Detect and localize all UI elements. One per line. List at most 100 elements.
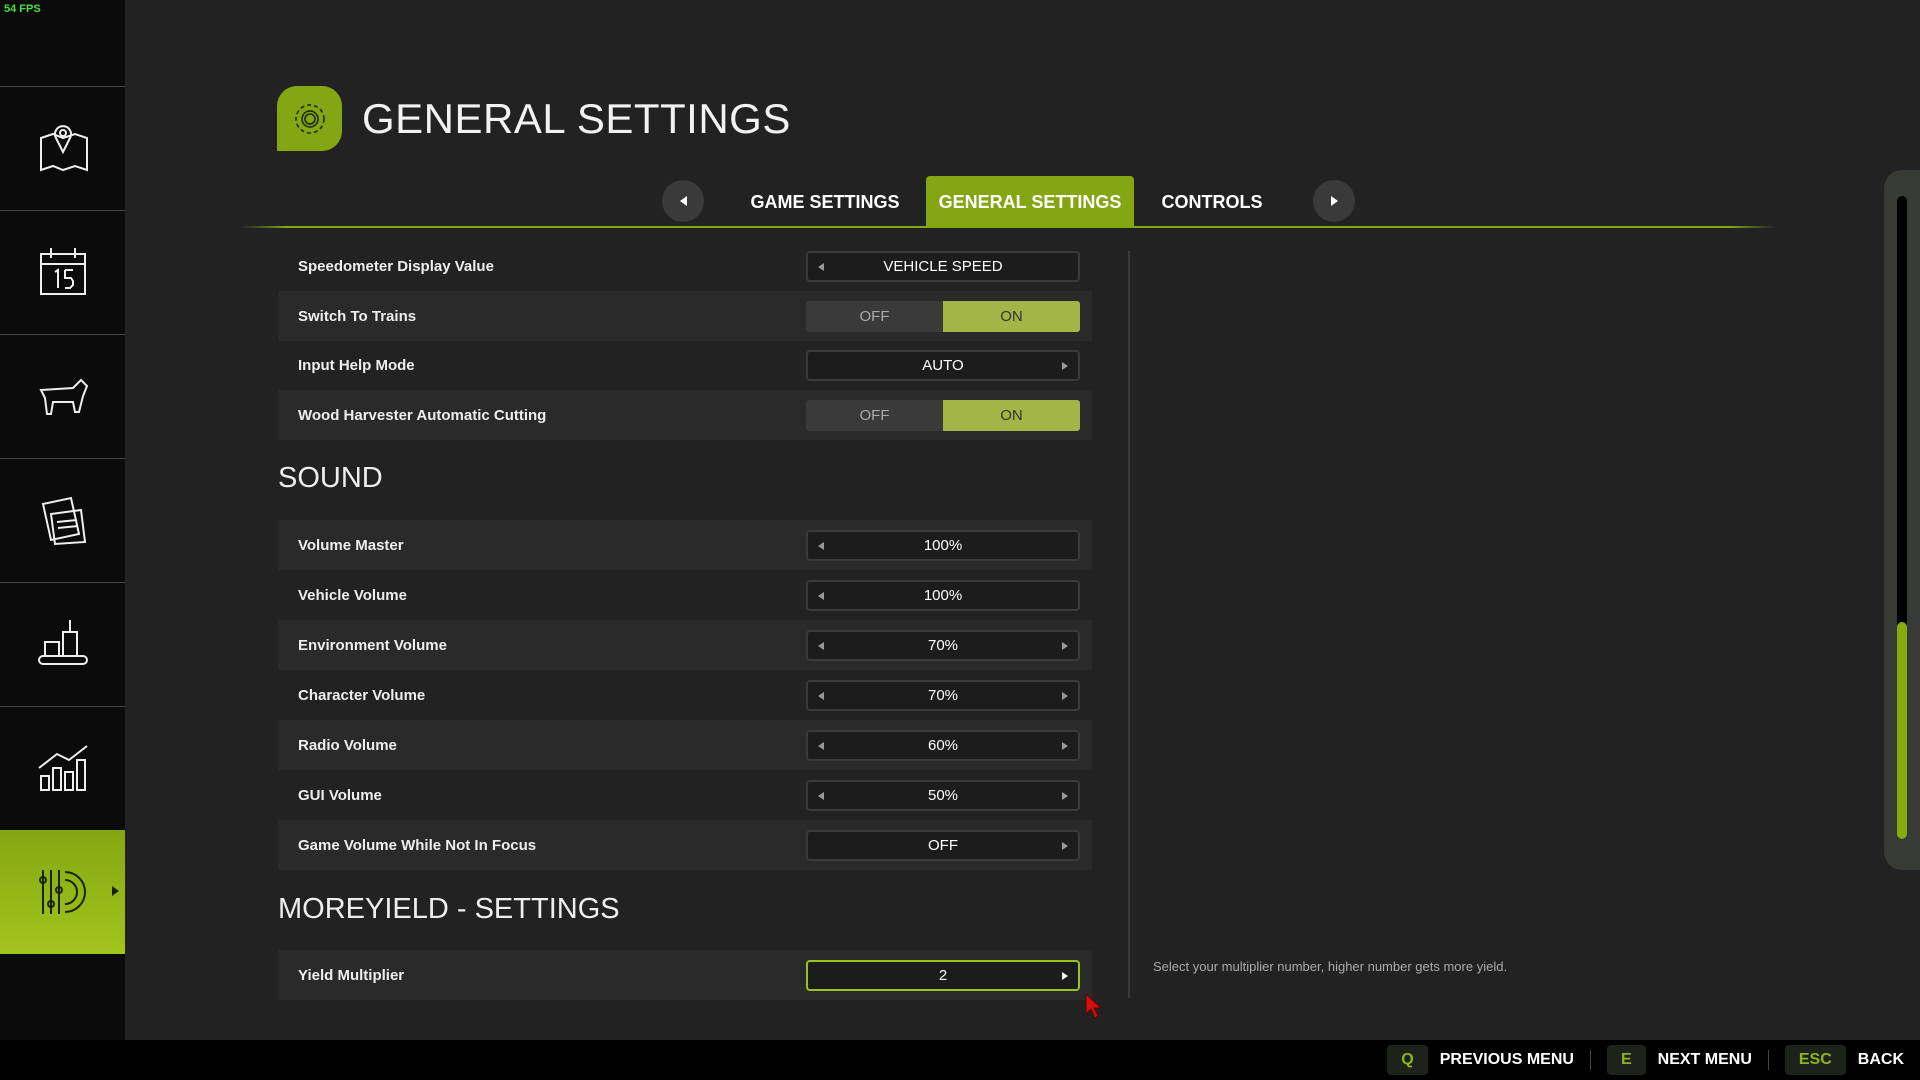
sidebar-item-calendar[interactable] bbox=[0, 210, 125, 333]
sidebar bbox=[0, 0, 125, 1040]
tab-general-settings[interactable]: GENERAL SETTINGS bbox=[926, 176, 1134, 228]
setting-label: Character Volume bbox=[298, 686, 426, 704]
arrow-left-icon[interactable] bbox=[818, 791, 824, 800]
setting-row-character-volume: Character Volume 70% bbox=[278, 670, 1092, 720]
arrow-left-icon[interactable] bbox=[818, 591, 824, 600]
radio-volume-selector[interactable]: 60% bbox=[806, 729, 1080, 761]
key-esc[interactable]: ESC bbox=[1784, 1045, 1846, 1075]
arrow-right-icon[interactable] bbox=[1062, 741, 1068, 750]
arrow-right-icon[interactable] bbox=[1062, 971, 1068, 980]
switch-trains-toggle[interactable]: OFF ON bbox=[806, 300, 1080, 332]
arrow-right-icon[interactable] bbox=[1062, 841, 1068, 850]
contracts-icon bbox=[41, 496, 86, 546]
chevron-right-icon bbox=[1330, 196, 1338, 206]
map-icon bbox=[39, 125, 88, 172]
setting-row-input-help: Input Help Mode AUTO bbox=[278, 340, 1092, 390]
scrollbar-thumb[interactable] bbox=[1897, 622, 1907, 839]
speedometer-selector[interactable]: VEHICLE SPEED bbox=[806, 250, 1080, 282]
setting-row-gui-volume: GUI Volume 50% bbox=[278, 770, 1092, 820]
previous-menu-button[interactable]: PREVIOUS MENU bbox=[1440, 1051, 1574, 1069]
input-help-selector[interactable]: AUTO bbox=[806, 349, 1080, 381]
environment-volume-selector[interactable]: 70% bbox=[806, 629, 1080, 661]
active-indicator-icon bbox=[112, 886, 119, 896]
setting-row-switch-trains: Switch To Trains OFF ON bbox=[278, 291, 1092, 341]
setting-row-yield-multiplier: Yield Multiplier 2 bbox=[278, 950, 1092, 1000]
arrow-right-icon[interactable] bbox=[1062, 691, 1068, 700]
selector-value: 50% bbox=[927, 786, 959, 804]
panel-divider bbox=[1128, 251, 1130, 998]
game-volume-focus-selector[interactable]: OFF bbox=[806, 829, 1080, 861]
arrow-right-icon[interactable] bbox=[1062, 361, 1068, 370]
setting-row-environment-volume: Environment Volume 70% bbox=[278, 620, 1092, 670]
tab-game-settings[interactable]: GAME SETTINGS bbox=[740, 176, 910, 228]
toggle-off[interactable]: OFF bbox=[806, 300, 943, 332]
key-e[interactable]: E bbox=[1606, 1045, 1646, 1075]
previous-tab-button[interactable] bbox=[662, 180, 704, 222]
vehicle-volume-selector[interactable]: 100% bbox=[806, 579, 1080, 611]
setting-label: Volume Master bbox=[298, 536, 404, 554]
tab-controls[interactable]: CONTROLS bbox=[1150, 176, 1274, 228]
yield-multiplier-selector[interactable]: 2 bbox=[806, 959, 1080, 991]
production-icon bbox=[37, 620, 88, 665]
sidebar-item-animals[interactable] bbox=[0, 334, 125, 457]
back-button[interactable]: BACK bbox=[1858, 1051, 1904, 1069]
arrow-right-icon[interactable] bbox=[1062, 791, 1068, 800]
sidebar-item-contracts[interactable] bbox=[0, 458, 125, 581]
selector-value: 100% bbox=[923, 586, 963, 604]
sidebar-item-production[interactable] bbox=[0, 582, 125, 705]
sidebar-item-map[interactable] bbox=[0, 86, 125, 209]
selector-value: AUTO bbox=[922, 356, 964, 374]
setting-label: Environment Volume bbox=[298, 636, 447, 654]
separator bbox=[1589, 1050, 1591, 1070]
setting-label: Game Volume While Not In Focus bbox=[298, 836, 537, 854]
statistics-icon bbox=[37, 745, 88, 791]
setting-row-volume-master: Volume Master 100% bbox=[278, 520, 1092, 570]
arrow-left-icon[interactable] bbox=[818, 541, 824, 550]
arrow-left-icon[interactable] bbox=[818, 691, 824, 700]
setting-label: Wood Harvester Automatic Cutting bbox=[298, 406, 547, 424]
next-menu-button[interactable]: NEXT MENU bbox=[1658, 1051, 1752, 1069]
selector-value: 70% bbox=[927, 686, 959, 704]
setting-row-vehicle-volume: Vehicle Volume 100% bbox=[278, 570, 1092, 620]
selector-value: 100% bbox=[923, 536, 963, 554]
toggle-off[interactable]: OFF bbox=[806, 399, 943, 431]
setting-label: GUI Volume bbox=[298, 786, 382, 804]
toggle-on[interactable]: ON bbox=[943, 399, 1080, 431]
toggle-on[interactable]: ON bbox=[943, 300, 1080, 332]
arrow-left-icon[interactable] bbox=[818, 641, 824, 650]
wood-harvester-toggle[interactable]: OFF ON bbox=[806, 399, 1080, 431]
next-tab-button[interactable] bbox=[1313, 180, 1355, 222]
arrow-left-icon[interactable] bbox=[818, 741, 824, 750]
setting-label: Radio Volume bbox=[298, 736, 397, 754]
selector-value: 2 bbox=[938, 966, 948, 984]
fps-counter: 54 FPS bbox=[4, 3, 41, 15]
volume-master-selector[interactable]: 100% bbox=[806, 529, 1080, 561]
arrow-left-icon[interactable] bbox=[818, 262, 824, 271]
chevron-left-icon bbox=[679, 196, 687, 206]
section-title-sound: SOUND bbox=[278, 462, 383, 494]
setting-row-game-volume-focus: Game Volume While Not In Focus OFF bbox=[278, 820, 1092, 870]
selector-value: VEHICLE SPEED bbox=[883, 257, 1003, 275]
settings-icon bbox=[38, 870, 86, 914]
setting-label: Switch To Trains bbox=[298, 307, 417, 325]
setting-label: Speedometer Display Value bbox=[298, 257, 494, 275]
setting-label: Yield Multiplier bbox=[298, 966, 405, 984]
bottom-bar: Q PREVIOUS MENU E NEXT MENU ESC BACK bbox=[0, 1040, 1920, 1080]
sidebar-item-settings[interactable] bbox=[0, 830, 125, 954]
setting-row-wood-harvester: Wood Harvester Automatic Cutting OFF ON bbox=[278, 390, 1092, 440]
calendar-icon bbox=[39, 248, 86, 295]
tab-underline bbox=[241, 226, 1776, 228]
character-volume-selector[interactable]: 70% bbox=[806, 679, 1080, 711]
separator bbox=[1767, 1050, 1769, 1070]
gui-volume-selector[interactable]: 50% bbox=[806, 779, 1080, 811]
key-q[interactable]: Q bbox=[1387, 1045, 1428, 1075]
arrow-right-icon[interactable] bbox=[1062, 641, 1068, 650]
animals-icon bbox=[38, 378, 88, 415]
setting-row-speedometer: Speedometer Display Value VEHICLE SPEED bbox=[278, 241, 1092, 291]
setting-label: Input Help Mode bbox=[298, 356, 415, 374]
help-text: Select your multiplier number, higher nu… bbox=[1153, 959, 1508, 974]
setting-row-radio-volume: Radio Volume 60% bbox=[278, 720, 1092, 770]
sidebar-item-statistics[interactable] bbox=[0, 706, 125, 829]
title-gear-icon bbox=[277, 86, 342, 151]
setting-label: Vehicle Volume bbox=[298, 586, 407, 604]
